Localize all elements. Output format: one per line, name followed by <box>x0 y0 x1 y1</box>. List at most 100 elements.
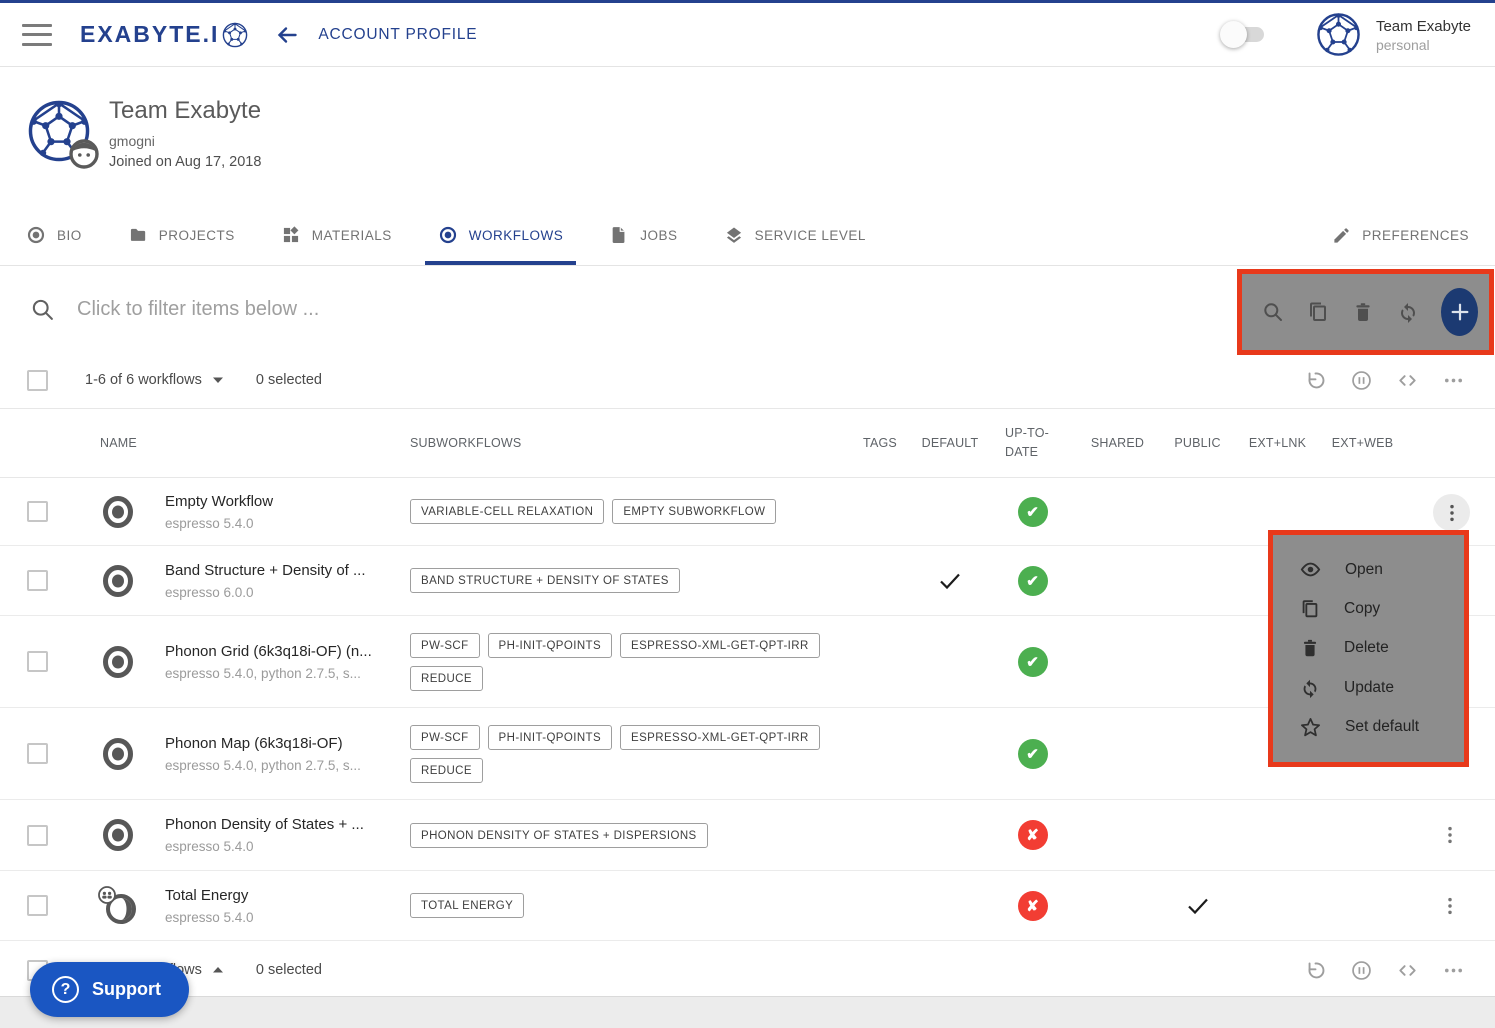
code-icon[interactable] <box>1396 959 1419 982</box>
pause-icon[interactable] <box>1350 369 1373 392</box>
logo-globe-icon <box>222 22 248 48</box>
tab-label: PROJECTS <box>159 228 235 243</box>
subworkflow-chip: EMPTY SUBWORKFLOW <box>612 499 776 524</box>
workflow-name[interactable]: Phonon Density of States + ... <box>165 816 400 833</box>
account-avatar[interactable] <box>1316 12 1361 57</box>
column-header-name[interactable]: NAME <box>85 436 400 450</box>
row-more-options-icon[interactable] <box>1405 895 1495 917</box>
chevron-down-icon[interactable] <box>212 376 224 384</box>
column-header-public[interactable]: PUBLIC <box>1160 436 1235 450</box>
menu-item-open[interactable]: Open <box>1273 558 1464 581</box>
hamburger-menu-icon[interactable] <box>22 24 52 46</box>
delete-action-icon[interactable] <box>1351 300 1375 324</box>
eye-icon <box>1299 558 1322 581</box>
workflow-version: espresso 6.0.0 <box>165 585 400 600</box>
preferences-button[interactable]: PREFERENCES <box>1332 205 1469 265</box>
code-icon[interactable] <box>1396 369 1419 392</box>
out-of-date-badge: ✘ <box>1018 891 1048 921</box>
row-checkbox[interactable] <box>27 825 48 846</box>
account-switcher[interactable]: Team Exabyte personal <box>1376 16 1471 54</box>
menu-item-label: Copy <box>1344 600 1380 618</box>
tab-jobs[interactable]: JOBS <box>609 205 677 265</box>
menu-item-update[interactable]: Update <box>1273 677 1464 699</box>
select-all-checkbox[interactable] <box>27 370 48 391</box>
back-arrow-icon[interactable] <box>274 23 300 47</box>
workflow-version: espresso 5.4.0 <box>165 516 400 531</box>
workflow-icon <box>85 645 150 679</box>
row-more-options-button-active[interactable] <box>1433 494 1470 531</box>
column-header-tags[interactable]: TAGS <box>850 436 910 450</box>
subworkflow-chip: BAND STRUCTURE + DENSITY OF STATES <box>410 568 680 593</box>
subworkflow-chip: PH-INIT-QPOINTS <box>488 633 612 658</box>
row-checkbox[interactable] <box>27 501 48 522</box>
menu-item-copy[interactable]: Copy <box>1273 598 1464 620</box>
support-button[interactable]: ? Support <box>30 962 189 1017</box>
workflow-name[interactable]: Band Structure + Density of ... <box>165 562 400 579</box>
search-action-icon[interactable] <box>1261 300 1285 324</box>
workflow-icon <box>85 818 150 852</box>
widgets-icon <box>281 225 301 245</box>
more-horizontal-icon[interactable] <box>1442 959 1465 982</box>
public-check-icon <box>1160 896 1235 916</box>
pause-icon[interactable] <box>1350 959 1373 982</box>
column-header-subworkflows[interactable]: SUBWORKFLOWS <box>400 436 850 450</box>
history-icon[interactable] <box>1304 369 1327 392</box>
more-vertical-icon <box>1441 502 1463 524</box>
menu-item-label: Delete <box>1344 639 1389 657</box>
workflow-name[interactable]: Phonon Grid (6k3q18i-OF) (n... <box>165 643 400 660</box>
tab-projects[interactable]: PROJECTS <box>128 205 235 265</box>
subworkflow-chip: PW-SCF <box>410 633 480 658</box>
workflow-name[interactable]: Total Energy <box>165 887 400 904</box>
menu-item-label: Open <box>1345 561 1383 579</box>
subworkflow-chip: REDUCE <box>410 666 483 691</box>
up-to-date-badge: ✔ <box>1018 566 1048 596</box>
layers-icon <box>724 225 744 245</box>
history-icon[interactable] <box>1304 959 1327 982</box>
update-action-icon[interactable] <box>1396 300 1420 324</box>
menu-item-set-default[interactable]: Set default <box>1273 716 1464 739</box>
exabyte-logo[interactable]: EXABYTE.I <box>80 21 248 48</box>
row-checkbox[interactable] <box>27 895 48 916</box>
search-icon <box>30 297 55 322</box>
profile-joined-date: Joined on Aug 17, 2018 <box>109 154 261 170</box>
star-icon <box>1299 716 1322 739</box>
row-more-options-icon[interactable] <box>1405 824 1495 846</box>
subworkflow-chip: REDUCE <box>410 758 483 783</box>
target-icon <box>26 225 46 245</box>
workflow-name[interactable]: Empty Workflow <box>165 493 400 510</box>
column-header-ext-web[interactable]: EXT+WEB <box>1320 436 1405 450</box>
subworkflow-chip: ESPRESSO-XML-GET-QPT-IRR <box>620 633 820 658</box>
tab-workflows[interactable]: WORKFLOWS <box>438 205 564 265</box>
subworkflow-chip: PH-INIT-QPOINTS <box>488 725 612 750</box>
workflow-count[interactable]: 1-6 of 6 workflows <box>85 372 202 388</box>
column-header-up-to-date[interactable]: UP-TO-DATE <box>990 424 1075 462</box>
chevron-up-icon[interactable] <box>212 966 224 974</box>
tab-service-level[interactable]: SERVICE LEVEL <box>724 205 866 265</box>
more-horizontal-icon[interactable] <box>1442 369 1465 392</box>
tab-bio[interactable]: BIO <box>26 205 82 265</box>
up-to-date-badge: ✔ <box>1018 647 1048 677</box>
filter-input[interactable] <box>77 298 777 321</box>
out-of-date-badge: ✘ <box>1018 820 1048 850</box>
theme-toggle[interactable] <box>1224 27 1264 42</box>
column-header-default[interactable]: DEFAULT <box>910 436 990 450</box>
workflow-icon <box>85 737 150 771</box>
add-workflow-button[interactable] <box>1441 288 1478 336</box>
row-checkbox[interactable] <box>27 743 48 764</box>
menu-item-delete[interactable]: Delete <box>1273 637 1464 659</box>
page-title: ACCOUNT PROFILE <box>318 26 477 44</box>
preferences-label: PREFERENCES <box>1362 228 1469 243</box>
tab-label: MATERIALS <box>312 228 392 243</box>
column-header-ext-lnk[interactable]: EXT+LNK <box>1235 436 1320 450</box>
workflow-version: espresso 5.4.0, python 2.7.5, s... <box>165 758 400 773</box>
trash-icon <box>1299 637 1321 659</box>
row-checkbox[interactable] <box>27 570 48 591</box>
table-row: Phonon Density of States + ... espresso … <box>0 800 1495 871</box>
row-checkbox[interactable] <box>27 651 48 672</box>
profile-tabs: BIO PROJECTS MATERIALS WORKFLOWS JOBS SE… <box>0 205 1495 266</box>
column-header-shared[interactable]: SHARED <box>1075 436 1160 450</box>
workflow-name[interactable]: Phonon Map (6k3q18i-OF) <box>165 735 400 752</box>
tab-materials[interactable]: MATERIALS <box>281 205 392 265</box>
up-to-date-badge: ✔ <box>1018 739 1048 769</box>
copy-action-icon[interactable] <box>1306 300 1330 324</box>
